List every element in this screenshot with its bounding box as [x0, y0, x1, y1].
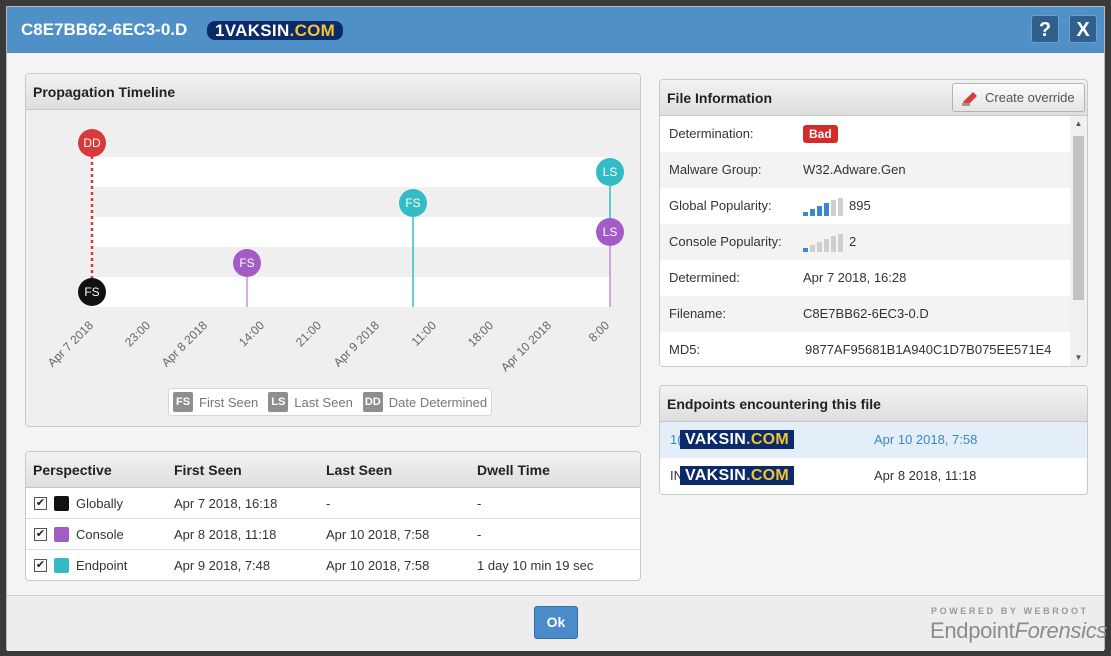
legend-date-determined: DD Date Determined: [362, 392, 487, 412]
md5-row: MD5: 9877AF95681B1A940C1D7B075EE571E4: [669, 342, 1052, 357]
console-ls-marker[interactable]: LS: [596, 218, 624, 246]
dd-legend-icon: DD: [362, 392, 383, 412]
svg-text:DD: DD: [83, 136, 101, 150]
help-button[interactable]: ?: [1031, 15, 1059, 43]
col-dwell-time: Dwell Time: [477, 462, 550, 478]
console-checkbox[interactable]: ✔: [34, 528, 47, 541]
endpoint-fs-marker[interactable]: FS: [399, 189, 427, 217]
svg-text:FS: FS: [84, 285, 99, 299]
file-information-panel: File Information Create override Determi…: [659, 79, 1088, 367]
powered-by-text: POWERED BY WEBROOT: [931, 606, 1089, 616]
dialog-title: C8E7BB62-6EC3-0.D: [21, 20, 188, 39]
svg-text:FS: FS: [405, 196, 420, 210]
console-fs-marker[interactable]: FS: [233, 249, 261, 277]
endpoint-row[interactable]: IN VAKSIN.COM Apr 8 2018, 11:18: [660, 458, 1087, 494]
table-row: ✔ Globally Apr 7 2018, 16:18 - -: [26, 488, 640, 519]
endpoint-row[interactable]: 1( VAKSIN.COM Apr 10 2018, 7:58: [660, 422, 1087, 458]
ok-button[interactable]: Ok: [534, 606, 578, 639]
watermark-logo: VAKSIN.COM: [680, 466, 795, 485]
signal-bars-icon: [803, 233, 843, 252]
fs-legend-icon: FS: [173, 392, 193, 412]
timeline-band: [92, 277, 610, 307]
timeline-legend: FS First Seen LS Last Seen DD Date Deter…: [168, 388, 493, 416]
file-info-scrollbar[interactable]: ▲ ▼: [1070, 116, 1087, 366]
console-color-swatch: [54, 527, 69, 542]
scroll-down-arrow-icon[interactable]: ▼: [1070, 350, 1087, 366]
col-perspective: Perspective: [33, 462, 112, 478]
timeline-band: [92, 157, 610, 187]
determined-row: Determined: Apr 7 2018, 16:28: [669, 270, 907, 285]
timeline-band: [92, 217, 610, 247]
dialog-footer: Ok POWERED BY WEBROOT EndpointForensics: [7, 595, 1108, 651]
global-popularity-row: Global Popularity: 895: [660, 188, 1070, 224]
create-override-button[interactable]: Create override: [952, 83, 1085, 112]
globally-color-swatch: [54, 496, 69, 511]
watermark-logo: VAKSIN.COM: [680, 430, 795, 449]
timeline-chart: DD FS FS FS LS LS Apr 7 2018 23:00 Apr 8…: [26, 110, 640, 426]
close-button[interactable]: X: [1069, 15, 1097, 43]
console-popularity-row: Console Popularity: 2: [660, 224, 1070, 260]
scroll-thumb[interactable]: [1073, 136, 1084, 300]
globally-checkbox[interactable]: ✔: [34, 497, 47, 510]
endpoint-checkbox[interactable]: ✔: [34, 559, 47, 572]
legend-first-seen: FS First Seen: [173, 392, 258, 412]
watermark-logo: 1VAKSIN.COM: [207, 21, 344, 40]
svg-text:LS: LS: [603, 225, 618, 239]
timeline-header: Propagation Timeline: [26, 74, 640, 110]
col-first-seen: First Seen: [174, 462, 242, 478]
malware-group-row: Malware Group: W32.Adware.Gen: [660, 152, 1070, 188]
bad-badge: Bad: [803, 125, 838, 143]
endpoint-ls-marker[interactable]: LS: [596, 158, 624, 186]
endpoint-forensics-logo: EndpointForensics: [930, 618, 1108, 643]
col-last-seen: Last Seen: [326, 462, 393, 478]
ls-legend-icon: LS: [268, 392, 289, 412]
dialog-content: Propagation Timeline DD FS FS FS LS LS A…: [7, 53, 1104, 595]
file-info-list: Determination: Bad Malware Group: W32.Ad…: [660, 116, 1070, 366]
filename-row: Filename: C8E7BB62-6EC3-0.D: [660, 296, 1070, 332]
svg-text:LS: LS: [603, 165, 618, 179]
svg-text:FS: FS: [239, 256, 254, 270]
table-header-row: Perspective First Seen Last Seen Dwell T…: [26, 452, 640, 488]
endpoints-header: Endpoints encountering this file: [660, 386, 1087, 422]
signal-bars-icon: [803, 197, 843, 216]
endpoint-color-swatch: [54, 558, 69, 573]
table-row: ✔ Console Apr 8 2018, 11:18 Apr 10 2018,…: [26, 519, 640, 550]
dialog-titlebar: C8E7BB62-6EC3-0.D 1VAKSIN.COM ? X: [7, 7, 1104, 53]
perspective-table: Perspective First Seen Last Seen Dwell T…: [25, 451, 641, 581]
global-fs-marker[interactable]: FS: [78, 278, 106, 306]
propagation-timeline-panel: Propagation Timeline DD FS FS FS LS LS A…: [25, 73, 641, 427]
determination-row: Determination: Bad: [660, 116, 1070, 152]
file-details-dialog: C8E7BB62-6EC3-0.D 1VAKSIN.COM ? X Propag…: [6, 6, 1108, 651]
timeline-svg: DD FS FS FS LS LS Apr 7 2018 23:00 Apr 8…: [26, 110, 640, 426]
scroll-up-arrow-icon[interactable]: ▲: [1070, 116, 1087, 132]
endpoints-panel: Endpoints encountering this file 1( VAKS…: [659, 385, 1088, 495]
stamp-icon: [962, 92, 977, 106]
legend-last-seen: LS Last Seen: [268, 392, 353, 412]
dd-marker[interactable]: DD: [78, 129, 106, 157]
table-row: ✔ Endpoint Apr 9 2018, 7:48 Apr 10 2018,…: [34, 558, 594, 573]
